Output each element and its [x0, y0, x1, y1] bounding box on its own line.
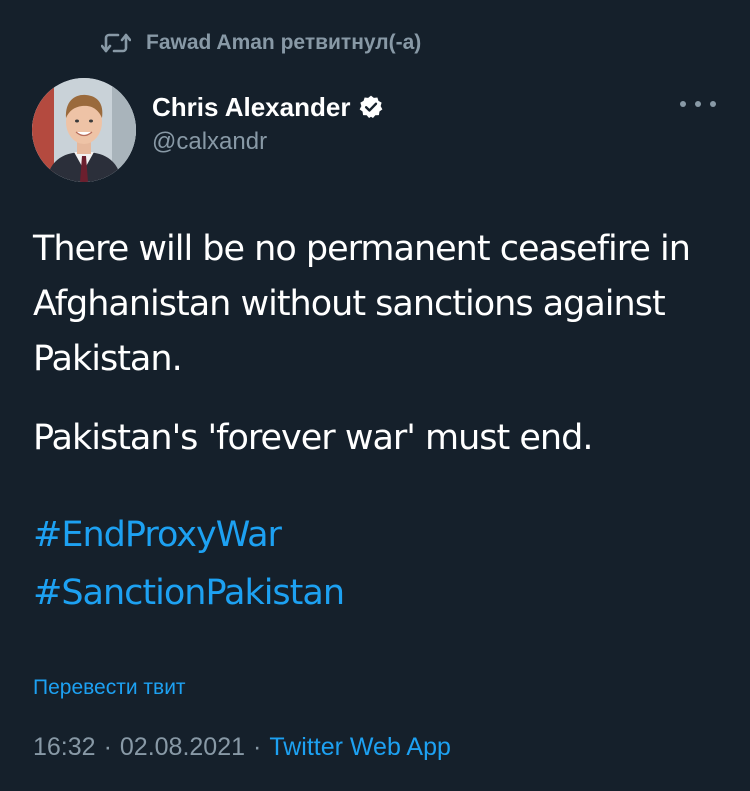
more-options-button[interactable] [680, 92, 716, 116]
retweet-icon [100, 30, 132, 56]
user-handle[interactable]: @calxandr [152, 128, 384, 156]
name-row: Chris Alexander [152, 90, 384, 124]
meta-separator: · [103, 733, 112, 761]
tweet-meta: 16:32 · 02.08.2021 · Twitter Web App [33, 733, 451, 762]
more-dot-icon [695, 101, 701, 107]
tweet-paragraph: Pakistan's 'forever war' must end. [33, 418, 593, 458]
translate-tweet-link[interactable]: Перевести твит [33, 676, 186, 700]
author-info[interactable]: Chris Alexander @calxandr [152, 90, 384, 156]
more-dot-icon [710, 101, 716, 107]
tweet-source-link[interactable]: Twitter Web App [269, 733, 451, 762]
tweet-date[interactable]: 02.08.2021 [120, 733, 245, 762]
tweet-body: There will be no permanent ceasefire in … [33, 222, 733, 466]
display-name[interactable]: Chris Alexander [152, 92, 350, 123]
meta-separator: · [253, 733, 262, 761]
more-dot-icon [680, 101, 686, 107]
verified-badge-icon [358, 94, 384, 120]
hashtag-link[interactable]: #SanctionPakistan [33, 564, 345, 622]
tweet-time[interactable]: 16:32 [33, 733, 96, 762]
avatar-image [32, 78, 136, 182]
hashtag-link[interactable]: #EndProxyWar [33, 506, 344, 564]
retweet-indicator[interactable]: Fawad Aman ретвитнул(-а) [100, 28, 421, 58]
retweet-label: Fawad Aman ретвитнул(-а) [146, 31, 422, 54]
avatar[interactable] [32, 78, 136, 182]
tweet-paragraph: There will be no permanent ceasefire in … [33, 229, 691, 379]
hashtag-list: #EndProxyWar #SanctionPakistan [33, 506, 345, 622]
